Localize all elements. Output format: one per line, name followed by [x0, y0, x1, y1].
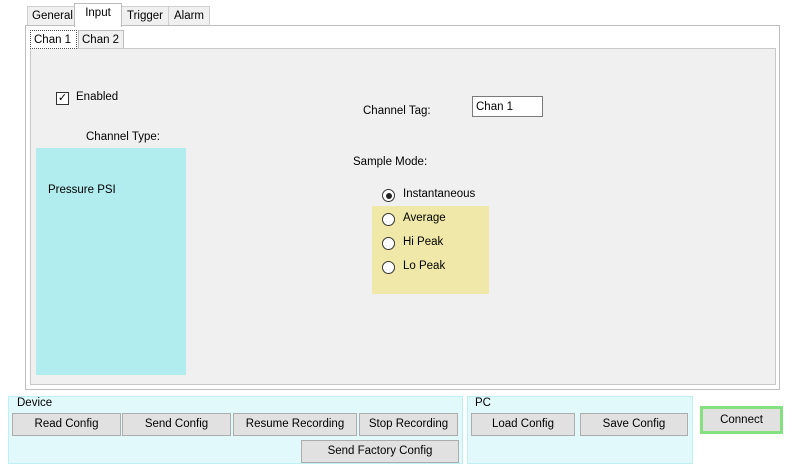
radio-lo-peak[interactable]	[382, 261, 395, 274]
read-config-button[interactable]: Read Config	[12, 413, 121, 436]
tab-trigger[interactable]: Trigger	[121, 6, 169, 26]
tab-label: Trigger	[127, 10, 163, 22]
radio-average[interactable]	[382, 213, 395, 226]
tab-label: General	[32, 10, 73, 22]
radio-label: Average	[403, 212, 446, 224]
radio-label: Hi Peak	[403, 236, 444, 248]
save-config-button[interactable]: Save Config	[580, 413, 688, 436]
radio-hi-peak[interactable]	[382, 237, 395, 250]
send-config-button[interactable]: Send Config	[122, 413, 231, 436]
device-group-title: Device	[17, 397, 53, 409]
channel-tag-label: Channel Tag:	[363, 105, 431, 117]
channel-settings-panel: ✓ Enabled Channel Type: Pressure PSI Cha…	[30, 48, 776, 385]
radio-label: Instantaneous	[403, 188, 476, 200]
stop-recording-button[interactable]: Stop Recording	[359, 413, 458, 436]
sample-mode-label: Sample Mode:	[353, 156, 428, 168]
subtab-label: Chan 1	[34, 34, 72, 46]
subtab-chan-2[interactable]: Chan 2	[78, 30, 124, 50]
channel-tag-input[interactable]	[472, 96, 543, 117]
enabled-checkbox[interactable]: ✓	[56, 92, 69, 105]
connect-button[interactable]: Connect	[700, 406, 783, 434]
send-factory-config-button[interactable]: Send Factory Config	[301, 440, 459, 463]
pc-group: PC Load Config Save Config	[467, 396, 693, 464]
radio-label: Lo Peak	[403, 260, 446, 272]
radio-instantaneous[interactable]	[382, 189, 395, 202]
tab-label: Input	[85, 7, 111, 19]
load-config-button[interactable]: Load Config	[471, 413, 575, 436]
subtab-label: Chan 2	[82, 34, 120, 46]
tab-alarm[interactable]: Alarm	[168, 6, 210, 26]
tab-input[interactable]: Input	[74, 3, 122, 27]
list-item[interactable]: Pressure PSI	[48, 184, 116, 196]
channel-type-label: Channel Type:	[86, 131, 160, 143]
channel-type-list[interactable]: Pressure PSI	[36, 148, 186, 375]
subtab-chan-1[interactable]: Chan 1	[30, 30, 77, 49]
pc-group-title: PC	[475, 397, 491, 409]
tab-general[interactable]: General	[27, 6, 75, 26]
device-group: Device Read Config Send Config Resume Re…	[8, 396, 463, 464]
input-tab-panel: Chan 1 Chan 2 ✓ Enabled Channel Type: Pr…	[25, 25, 780, 390]
tab-label: Alarm	[173, 10, 205, 22]
resume-recording-button[interactable]: Resume Recording	[233, 413, 357, 436]
enabled-label: Enabled	[76, 91, 119, 103]
